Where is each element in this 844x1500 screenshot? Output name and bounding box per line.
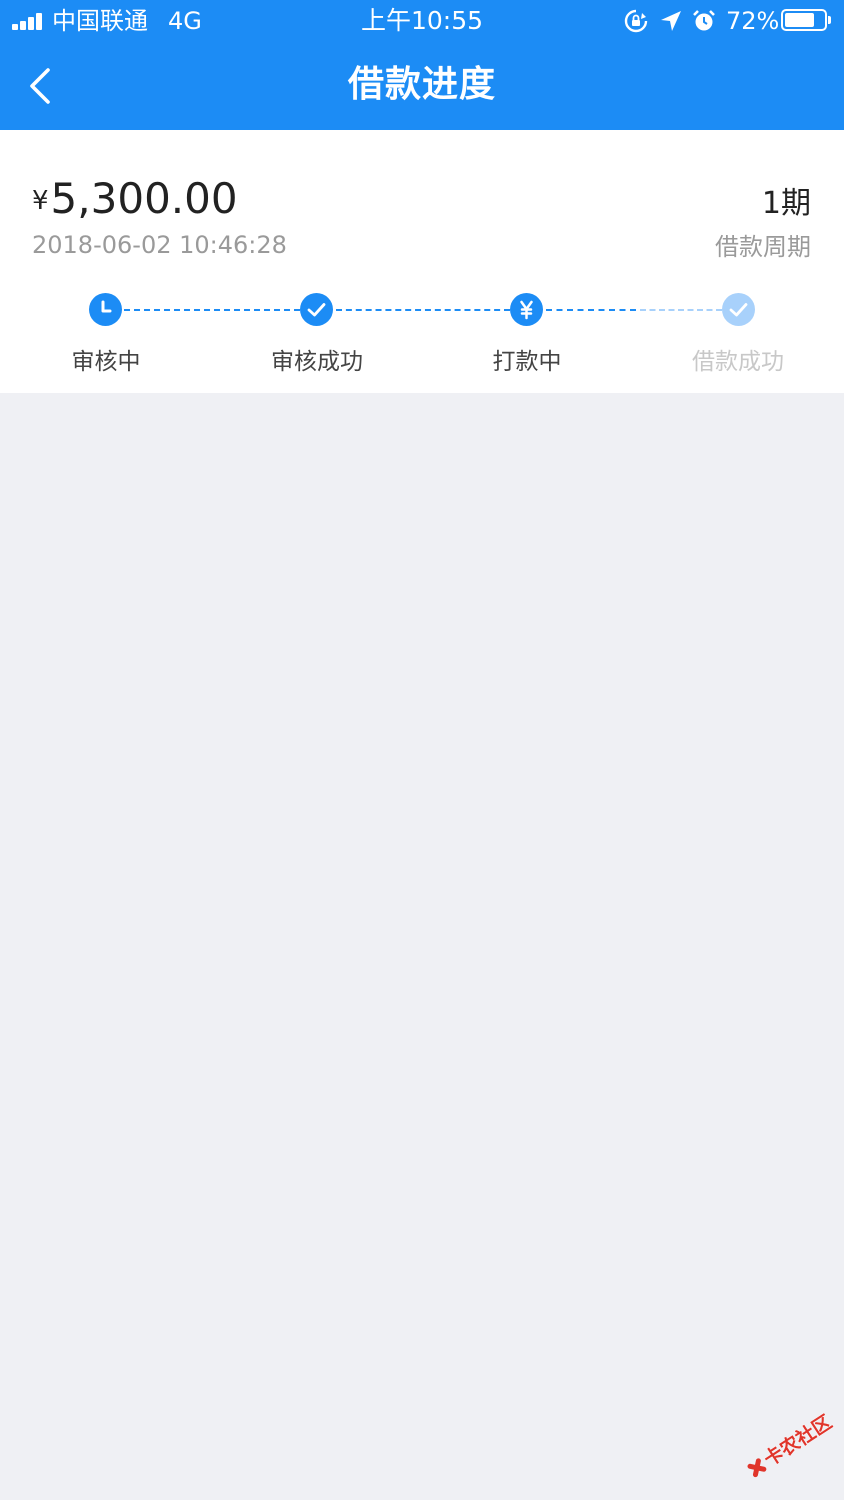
yen-icon: [520, 300, 533, 320]
currency-symbol: ¥: [32, 186, 49, 216]
check-icon: [729, 303, 748, 317]
step-label-reviewing: 审核中: [71, 349, 141, 375]
svg-text:卡农社区: 卡农社区: [760, 1410, 836, 1471]
step-label-loan-success: 借款成功: [692, 349, 784, 375]
orientation-lock-icon: [623, 8, 649, 34]
step-node-loan-success: [722, 293, 755, 326]
status-bar: 中国联通 4G 上午10:55 72%: [0, 0, 844, 42]
battery-percent: 72%: [726, 7, 780, 35]
step-node-disbursing: [510, 293, 543, 326]
location-icon: [658, 8, 684, 34]
progress-connector: [124, 309, 300, 311]
status-time: 上午10:55: [360, 6, 484, 35]
loan-period: 1期: [761, 186, 811, 221]
progress-tracker: [0, 287, 844, 337]
check-icon: [307, 303, 326, 317]
progress-connector: [640, 309, 722, 311]
loan-period-label: 借款周期: [715, 233, 811, 261]
amount-value: 5,300.00: [50, 174, 238, 223]
progress-connector: [546, 309, 636, 311]
alarm-icon: [691, 8, 717, 34]
app-header: 中国联通 4G 上午10:55 72% 借款进度: [0, 0, 844, 130]
step-label-disbursing: 打款中: [492, 349, 562, 375]
page-title: 借款进度: [347, 64, 496, 105]
watermark-logo: 卡农社区: [738, 1404, 838, 1484]
battery-icon: [781, 9, 831, 31]
loan-summary-card: ¥5,300.00 2018-06-02 10:46:28 1期 借款周期 审核…: [0, 130, 844, 393]
step-label-review-success: 审核成功: [271, 349, 363, 375]
loan-amount: ¥5,300.00: [32, 174, 238, 223]
loan-datetime: 2018-06-02 10:46:28: [32, 231, 287, 259]
step-node-reviewing: [89, 293, 122, 326]
clock-icon: [101, 300, 112, 313]
progress-connector: [336, 309, 510, 311]
step-node-review-success: [300, 293, 333, 326]
